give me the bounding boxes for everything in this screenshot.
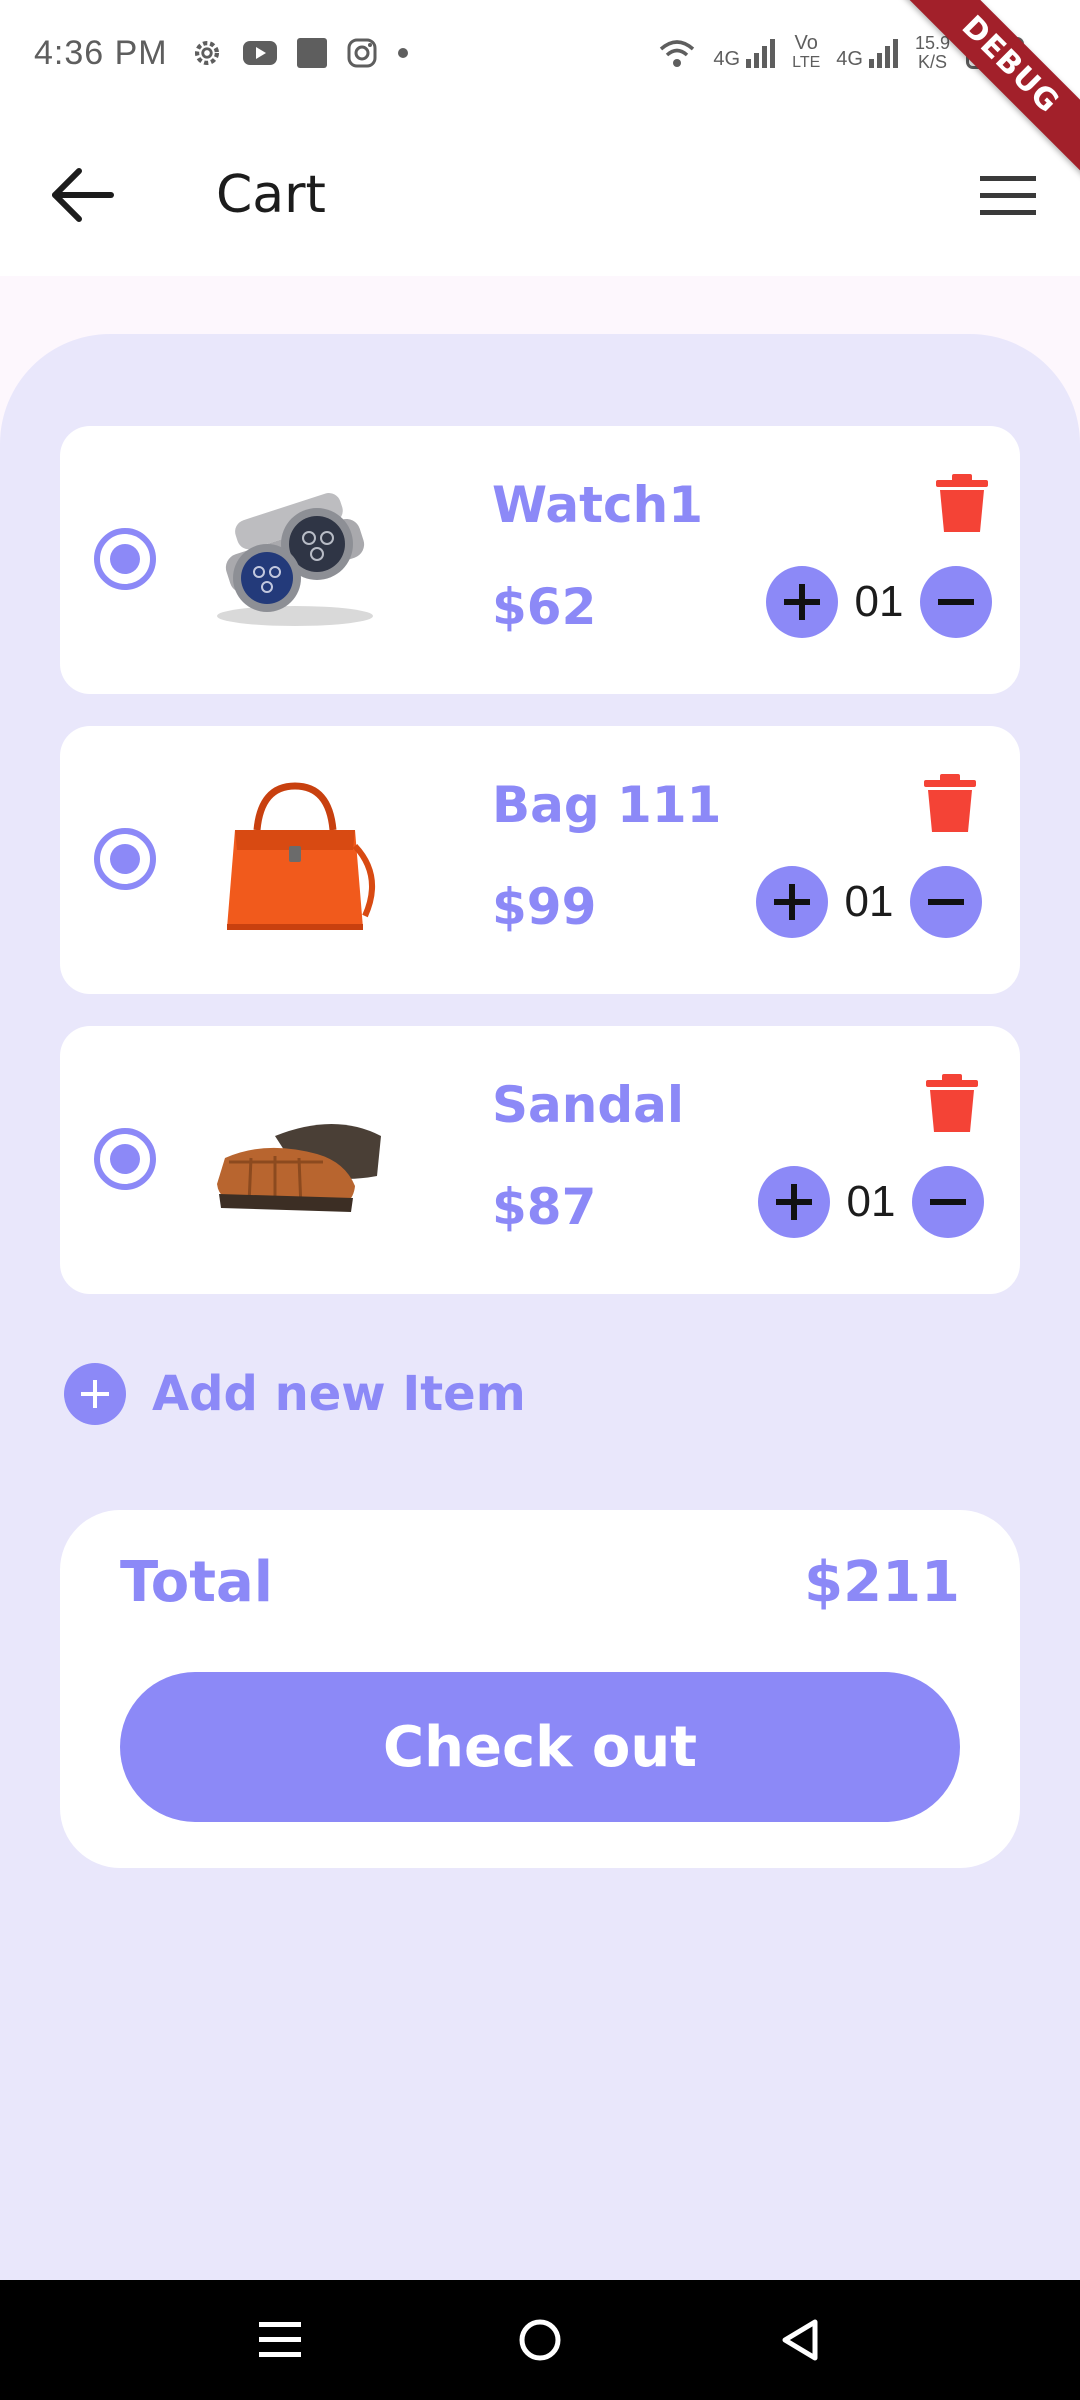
system-back-button[interactable]: [760, 2300, 840, 2380]
settings-icon: [194, 40, 219, 66]
quantity-value: 01: [844, 877, 894, 926]
network-speed-unit: K/S: [917, 52, 947, 72]
arrow-back-icon: [52, 168, 114, 222]
delete-icon[interactable]: [924, 1074, 980, 1134]
add-circle-icon: [64, 1363, 126, 1425]
decrease-quantity-button[interactable]: [912, 1166, 984, 1238]
item-select-radio[interactable]: [94, 828, 156, 890]
network-speed-value: 15.9: [914, 33, 950, 53]
wifi-icon: [660, 40, 695, 67]
quantity-stepper: 01: [766, 566, 992, 638]
notification-icons: [190, 36, 410, 70]
back-button[interactable]: [46, 158, 120, 232]
radio-selected-dot: [110, 1144, 140, 1174]
recents-menu-icon: [259, 2322, 301, 2357]
checkout-button[interactable]: Check out: [120, 1672, 960, 1822]
network-type-2: 4G: [836, 48, 863, 70]
radio-selected-dot: [110, 844, 140, 874]
increase-quantity-button[interactable]: [766, 566, 838, 638]
signal-1-icon: [746, 39, 776, 68]
network-type-1: 4G: [713, 48, 741, 70]
total-card: Total $211 Check out: [60, 1510, 1020, 1868]
radio-selected-dot: [110, 544, 140, 574]
plus-icon: [774, 884, 810, 920]
delete-icon[interactable]: [922, 774, 978, 834]
item-select-radio[interactable]: [94, 528, 156, 590]
signal-2-icon: [868, 39, 898, 68]
quantity-stepper: 01: [756, 866, 982, 938]
item-price: $62: [492, 578, 597, 636]
status-time: 4:36 PM: [34, 33, 168, 72]
page-title: Cart: [216, 165, 326, 225]
quantity-value: 01: [854, 577, 904, 626]
quantity-value: 01: [846, 1177, 896, 1226]
plus-icon: [784, 584, 820, 620]
item-name: Bag 111: [492, 776, 722, 834]
total-value: $211: [804, 1550, 960, 1615]
add-new-item-label: Add new Item: [152, 1366, 526, 1422]
back-triangle-icon: [782, 2319, 818, 2361]
home-circle-icon: [519, 2319, 561, 2361]
instagram-icon: [347, 38, 377, 68]
total-label: Total: [120, 1550, 273, 1615]
cart-item-card: Watch1 $62 01: [60, 426, 1020, 694]
minus-icon: [930, 1199, 966, 1205]
watch-image: [217, 493, 373, 626]
home-button[interactable]: [500, 2300, 580, 2380]
delete-icon[interactable]: [934, 474, 990, 534]
item-name: Watch1: [492, 476, 704, 534]
menu-button[interactable]: [974, 162, 1042, 230]
decrease-quantity-button[interactable]: [920, 566, 992, 638]
volte-bottom: LTE: [792, 54, 821, 71]
plus-icon: [776, 1184, 812, 1220]
cart-item-card: Sandal $87 01: [60, 1026, 1020, 1294]
more-notifications-dot-icon: [397, 48, 408, 58]
increase-quantity-button[interactable]: [758, 1166, 830, 1238]
item-price: $99: [492, 878, 597, 936]
decrease-quantity-button[interactable]: [910, 866, 982, 938]
bag-image: [227, 782, 375, 930]
item-select-radio[interactable]: [94, 1128, 156, 1190]
app-bar: Cart: [0, 106, 1080, 276]
status-bar: 4:36 PM 4G Vo LTE 4G 15.9 K/S 38: [0, 0, 1080, 106]
item-name: Sandal: [492, 1076, 685, 1134]
add-new-item-button[interactable]: Add new Item: [64, 1362, 526, 1426]
hamburger-menu-icon: [980, 176, 1036, 215]
increase-quantity-button[interactable]: [756, 866, 828, 938]
volte-top: Vo: [794, 32, 818, 54]
minus-icon: [928, 899, 964, 905]
minus-icon: [938, 599, 974, 605]
youtube-icon: [242, 41, 277, 65]
recent-apps-button[interactable]: [240, 2300, 320, 2380]
sandal-image: [217, 1124, 381, 1212]
app-square-icon: [296, 38, 327, 68]
item-price: $87: [492, 1178, 597, 1236]
cart-item-card: Bag 111 $99 01: [60, 726, 1020, 994]
cart-panel: Watch1 $62 01 Bag 111 $99 01 Sandal $87 …: [0, 334, 1080, 2280]
quantity-stepper: 01: [758, 1166, 984, 1238]
system-navigation-bar: [0, 2280, 1080, 2400]
